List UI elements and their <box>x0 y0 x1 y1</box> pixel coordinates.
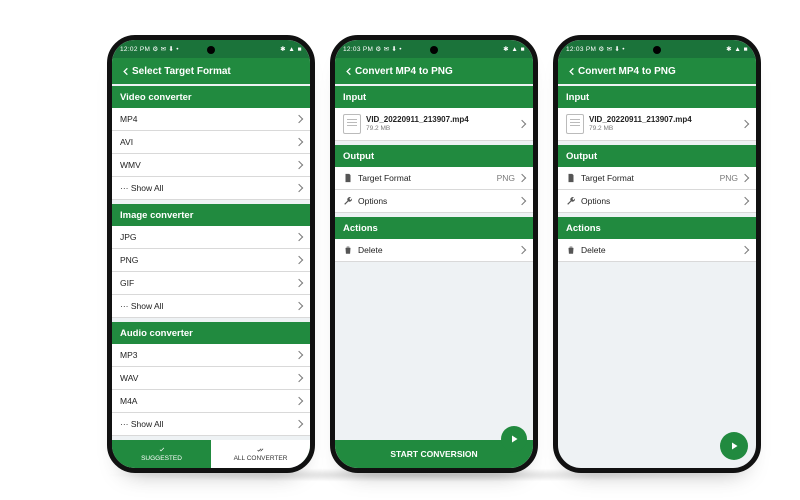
show-all-video[interactable]: ··· Show All <box>112 177 310 200</box>
chevron-right-icon <box>518 120 526 128</box>
phone-select-format: 12:02 PM ⚙ ✉ ⬇ • ✱ ▲ ■ Select Target For… <box>107 35 315 473</box>
wrench-icon <box>343 196 353 206</box>
chevron-right-icon <box>741 246 749 254</box>
phone-convert-a: 12:03 PM ⚙ ✉ ⬇ • ✱ ▲ ■ Convert MP4 to PN… <box>330 35 538 473</box>
chevron-right-icon <box>295 420 303 428</box>
delete-row[interactable]: Delete <box>558 239 756 262</box>
ground-shadow <box>100 468 740 482</box>
chevron-right-icon <box>295 256 303 264</box>
show-all-image[interactable]: ··· Show All <box>112 295 310 318</box>
section-input: Input <box>335 86 533 108</box>
options-row[interactable]: Options <box>335 190 533 213</box>
back-button[interactable] <box>341 66 355 77</box>
format-row-wmv[interactable]: WMV <box>112 154 310 177</box>
chevron-right-icon <box>295 302 303 310</box>
input-file-row[interactable]: VID_20220911_213907.mp4 79.2 MB <box>558 108 756 141</box>
chevron-right-icon <box>518 197 526 205</box>
chevron-right-icon <box>295 184 303 192</box>
wrench-icon <box>566 196 576 206</box>
phone-convert-b: 12:03 PM ⚙ ✉ ⬇ • ✱ ▲ ■ Convert MP4 to PN… <box>553 35 761 473</box>
play-fab[interactable] <box>720 432 748 460</box>
format-row-mp3[interactable]: MP3 <box>112 344 310 367</box>
section-actions: Actions <box>335 217 533 239</box>
section-actions: Actions <box>558 217 756 239</box>
check-all-icon <box>256 446 266 454</box>
trash-icon <box>566 245 576 255</box>
target-format-row[interactable]: Target Format PNG <box>558 167 756 190</box>
app-bar: Convert MP4 to PNG <box>335 58 533 84</box>
page-title: Select Target Format <box>132 66 231 77</box>
format-row-m4a[interactable]: M4A <box>112 390 310 413</box>
format-row-mp4[interactable]: MP4 <box>112 108 310 131</box>
section-input: Input <box>558 86 756 108</box>
chevron-right-icon <box>741 120 749 128</box>
file-name: VID_20220911_213907.mp4 <box>589 116 692 125</box>
show-all-audio[interactable]: ··· Show All <box>112 413 310 436</box>
file-name: VID_20220911_213907.mp4 <box>366 116 469 125</box>
tab-suggested[interactable]: SUGGESTED <box>112 440 211 468</box>
content-area: Input VID_20220911_213907.mp4 79.2 MB Ou… <box>335 84 533 468</box>
bottom-tabs: SUGGESTED ALL CONVERTER <box>112 440 310 468</box>
camera-notch <box>653 46 661 54</box>
check-icon <box>157 446 167 454</box>
page-title: Convert MP4 to PNG <box>355 66 453 77</box>
chevron-right-icon <box>295 351 303 359</box>
content-scroll[interactable]: Video converter MP4 AVI WMV ··· Show All… <box>112 84 310 468</box>
delete-row[interactable]: Delete <box>335 239 533 262</box>
start-conversion-bar[interactable]: START CONVERSION <box>335 440 533 468</box>
options-row[interactable]: Options <box>558 190 756 213</box>
format-row-gif[interactable]: GIF <box>112 272 310 295</box>
file-size: 79.2 MB <box>589 125 692 132</box>
chevron-right-icon <box>295 138 303 146</box>
section-video: Video converter <box>112 86 310 108</box>
play-icon <box>728 440 740 452</box>
chevron-right-icon <box>741 174 749 182</box>
format-row-png[interactable]: PNG <box>112 249 310 272</box>
section-output: Output <box>335 145 533 167</box>
document-icon <box>566 173 576 183</box>
trash-icon <box>343 245 353 255</box>
chevron-right-icon <box>518 246 526 254</box>
format-row-avi[interactable]: AVI <box>112 131 310 154</box>
document-icon <box>343 173 353 183</box>
app-bar: Select Target Format <box>112 58 310 84</box>
input-file-row[interactable]: VID_20220911_213907.mp4 79.2 MB <box>335 108 533 141</box>
section-audio: Audio converter <box>112 322 310 344</box>
section-image: Image converter <box>112 204 310 226</box>
camera-notch <box>430 46 438 54</box>
chevron-right-icon <box>295 397 303 405</box>
page-title: Convert MP4 to PNG <box>578 66 676 77</box>
play-fab[interactable] <box>501 426 527 452</box>
format-row-wav[interactable]: WAV <box>112 367 310 390</box>
chevron-right-icon <box>295 233 303 241</box>
chevron-right-icon <box>295 161 303 169</box>
chevron-right-icon <box>518 174 526 182</box>
file-size: 79.2 MB <box>366 125 469 132</box>
chevron-right-icon <box>295 279 303 287</box>
content-area: Input VID_20220911_213907.mp4 79.2 MB Ou… <box>558 84 756 468</box>
chevron-right-icon <box>295 115 303 123</box>
chevron-right-icon <box>295 374 303 382</box>
play-icon <box>508 433 520 445</box>
back-button[interactable] <box>118 66 132 77</box>
target-format-row[interactable]: Target Format PNG <box>335 167 533 190</box>
chevron-right-icon <box>741 197 749 205</box>
file-icon <box>566 114 584 134</box>
format-row-jpg[interactable]: JPG <box>112 226 310 249</box>
back-button[interactable] <box>564 66 578 77</box>
section-output: Output <box>558 145 756 167</box>
app-bar: Convert MP4 to PNG <box>558 58 756 84</box>
tab-all-converter[interactable]: ALL CONVERTER <box>211 440 310 468</box>
file-icon <box>343 114 361 134</box>
camera-notch <box>207 46 215 54</box>
